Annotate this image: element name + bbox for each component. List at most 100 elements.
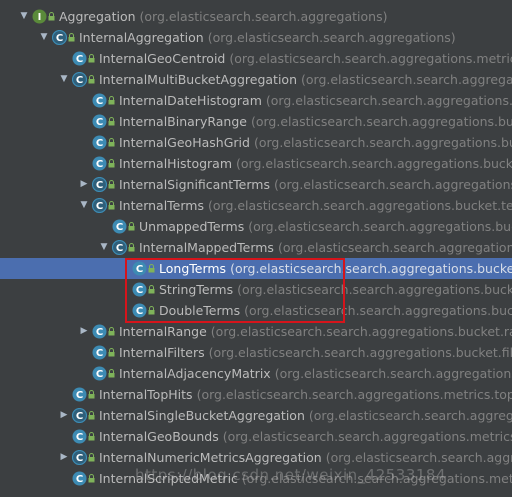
class-name: InternalGeoCentroid xyxy=(99,51,226,66)
tree-node-unmapped-terms[interactable]: C UnmappedTerms (org.elasticsearch.search.… xyxy=(0,216,512,237)
package-name: (org.elasticsearch.search.aggregations.m… xyxy=(196,387,512,402)
class-name: InternalAdjacencyMatrix xyxy=(119,366,271,381)
svg-text:C: C xyxy=(76,453,83,464)
lock-icon xyxy=(108,201,115,210)
lock-icon xyxy=(148,285,155,294)
tree-node-internal-filters[interactable]: C InternalFilters (org.elasticsearch.searc… xyxy=(0,342,512,363)
expand-down-arrow-icon[interactable]: ▼ xyxy=(98,237,110,258)
node-label: InternalRange (org.elasticsearch.search.a… xyxy=(119,321,512,342)
tree-node-internal-significant-terms[interactable]: ▶ C InternalSignificantTerms (org.elasticse… xyxy=(0,174,512,195)
lock-icon xyxy=(108,138,115,147)
package-name: (org.elasticsearch.search.aggregations.b… xyxy=(236,156,512,171)
node-label: LongTerms (org.elasticsearch.search.aggre… xyxy=(159,258,512,279)
node-label: Aggregation (org.elasticsearch.search.agg… xyxy=(59,6,387,27)
class-icon: C xyxy=(132,261,147,276)
svg-text:C: C xyxy=(136,306,143,317)
lock-icon xyxy=(48,12,55,21)
tree-node-internal-geo-centroid[interactable]: C InternalGeoCentroid (org.elasticsearch.s… xyxy=(0,48,512,69)
lock-icon xyxy=(108,117,115,126)
svg-text:C: C xyxy=(136,285,143,296)
tree-node-internal-date-histogram[interactable]: C InternalDateHistogram (org.elasticsearch… xyxy=(0,90,512,111)
abstract-class-icon: C xyxy=(72,450,87,465)
tree-node-internal-multi-bucket-aggregation[interactable]: ▼ C InternalMultiBucketAggregation (org.ela… xyxy=(0,69,512,90)
class-icon: C xyxy=(92,156,107,171)
package-name: (org.elasticsearch.search.aggregations.m… xyxy=(241,471,512,486)
node-label: InternalMappedTerms (org.elasticsearch.se… xyxy=(139,237,512,258)
package-name: (org.elasticsearch.search.aggregations.b xyxy=(274,366,512,381)
tree-node-internal-single-bucket-aggregation[interactable]: ▶ C InternalSingleBucketAggregation (org.el… xyxy=(0,405,512,426)
tree-node-internal-binary-range[interactable]: C InternalBinaryRange (org.elasticsearch.s… xyxy=(0,111,512,132)
class-name: DoubleTerms xyxy=(159,303,241,318)
expand-down-arrow-icon[interactable]: ▼ xyxy=(78,195,90,216)
class-name: LongTerms xyxy=(159,261,227,276)
class-name: InternalRange xyxy=(119,324,207,339)
class-name: InternalMultiBucketAggregation xyxy=(99,72,297,87)
node-label: InternalAdjacencyMatrix (org.elasticsearc… xyxy=(119,363,512,384)
tree-node-internal-scripted-metric[interactable]: C InternalScriptedMetric (org.elasticsearc… xyxy=(0,468,512,489)
package-name: (org.elasticsearch.search.aggregations.b… xyxy=(277,240,512,255)
package-name: (org.elasticsearch.search.aggregations.b… xyxy=(250,114,512,129)
class-icon: C xyxy=(112,219,127,234)
tree-node-internal-geo-hash-grid[interactable]: C InternalGeoHashGrid (org.elasticsearch.s… xyxy=(0,132,512,153)
tree-node-aggregation[interactable]: ▼ I Aggregation (org.elasticsearch.search.a… xyxy=(0,6,512,27)
node-label: InternalScriptedMetric (org.elasticsearch… xyxy=(99,468,512,489)
tree-node-long-terms[interactable]: C LongTerms (org.elasticsearch.search.aggr… xyxy=(0,258,512,279)
lock-icon xyxy=(108,348,115,357)
package-name: (org.elasticsearch.search.aggregations.b… xyxy=(244,303,512,318)
tree-node-internal-numeric-metrics-aggregation[interactable]: ▶ C InternalNumericMetricsAggregation (org.… xyxy=(0,447,512,468)
class-icon: C xyxy=(92,93,107,108)
svg-text:C: C xyxy=(56,33,63,44)
class-name: UnmappedTerms xyxy=(139,219,245,234)
node-label: InternalMultiBucketAggregation (org.elast… xyxy=(99,69,512,90)
tree-node-internal-histogram[interactable]: C InternalHistogram (org.elasticsearch.sea… xyxy=(0,153,512,174)
node-label: InternalGeoHashGrid (org.elasticsearch.se… xyxy=(119,132,512,153)
package-name: (org.elasticsearch.search.aggregations.b… xyxy=(230,261,512,276)
expand-down-arrow-icon[interactable]: ▼ xyxy=(38,27,50,48)
lock-icon xyxy=(108,159,115,168)
abstract-class-icon: C xyxy=(92,177,107,192)
svg-text:C: C xyxy=(136,264,143,275)
abstract-class-icon: C xyxy=(112,240,127,255)
tree-node-internal-top-hits[interactable]: C InternalTopHits (org.elasticsearch.searc… xyxy=(0,384,512,405)
lock-icon xyxy=(88,75,95,84)
tree-node-internal-range[interactable]: ▶ C InternalRange (org.elasticsearch.search… xyxy=(0,321,512,342)
tree-node-internal-aggregation[interactable]: ▼ C InternalAggregation (org.elasticsearch.… xyxy=(0,27,512,48)
svg-text:C: C xyxy=(116,243,123,254)
node-label: InternalGeoCentroid (org.elasticsearch.se… xyxy=(99,48,512,69)
collapse-right-arrow-icon[interactable]: ▶ xyxy=(78,321,90,342)
svg-text:C: C xyxy=(96,138,103,149)
tree-node-internal-mapped-terms[interactable]: ▼ C InternalMappedTerms (org.elasticsearch.… xyxy=(0,237,512,258)
class-icon: C xyxy=(132,303,147,318)
package-name: (org.elasticsearch.search.aggregations.b… xyxy=(208,345,512,360)
svg-text:C: C xyxy=(96,96,103,107)
tree-node-internal-geo-bounds[interactable]: C InternalGeoBounds (org.elasticsearch.sea… xyxy=(0,426,512,447)
svg-text:C: C xyxy=(96,180,103,191)
tree-node-internal-adjacency-matrix[interactable]: C InternalAdjacencyMatrix (org.elasticsear… xyxy=(0,363,512,384)
lock-icon xyxy=(148,306,155,315)
lock-icon xyxy=(128,243,135,252)
class-name: InternalGeoBounds xyxy=(99,429,219,444)
lock-icon xyxy=(88,54,95,63)
node-label: InternalTopHits (org.elasticsearch.search… xyxy=(99,384,512,405)
lock-icon xyxy=(88,474,95,483)
expand-down-arrow-icon[interactable]: ▼ xyxy=(18,6,30,27)
class-name: InternalSingleBucketAggregation xyxy=(99,408,305,423)
lock-icon xyxy=(108,180,115,189)
tree-node-internal-terms[interactable]: ▼ C InternalTerms (org.elasticsearch.search… xyxy=(0,195,512,216)
package-name: (org.elasticsearch.search.aggregations.b… xyxy=(248,219,512,234)
tree-node-string-terms[interactable]: C StringTerms (org.elasticsearch.search.ag… xyxy=(0,279,512,300)
node-label: UnmappedTerms (org.elasticsearch.search.a… xyxy=(139,216,512,237)
expand-down-arrow-icon[interactable]: ▼ xyxy=(58,69,70,90)
collapse-right-arrow-icon[interactable]: ▶ xyxy=(78,174,90,195)
interface-icon: I xyxy=(32,9,47,24)
lock-icon xyxy=(108,369,115,378)
node-label: InternalTerms (org.elasticsearch.search.a… xyxy=(119,195,512,216)
tree-node-double-terms[interactable]: C DoubleTerms (org.elasticsearch.search.ag… xyxy=(0,300,512,321)
node-label: InternalNumericMetricsAggregation (org.el… xyxy=(99,447,512,468)
collapse-right-arrow-icon[interactable]: ▶ xyxy=(58,447,70,468)
abstract-class-icon: C xyxy=(72,72,87,87)
class-icon: C xyxy=(92,345,107,360)
collapse-right-arrow-icon[interactable]: ▶ xyxy=(58,405,70,426)
class-icon: C xyxy=(92,135,107,150)
package-name: (org.elasticsearch.search.aggregations.b… xyxy=(265,93,512,108)
